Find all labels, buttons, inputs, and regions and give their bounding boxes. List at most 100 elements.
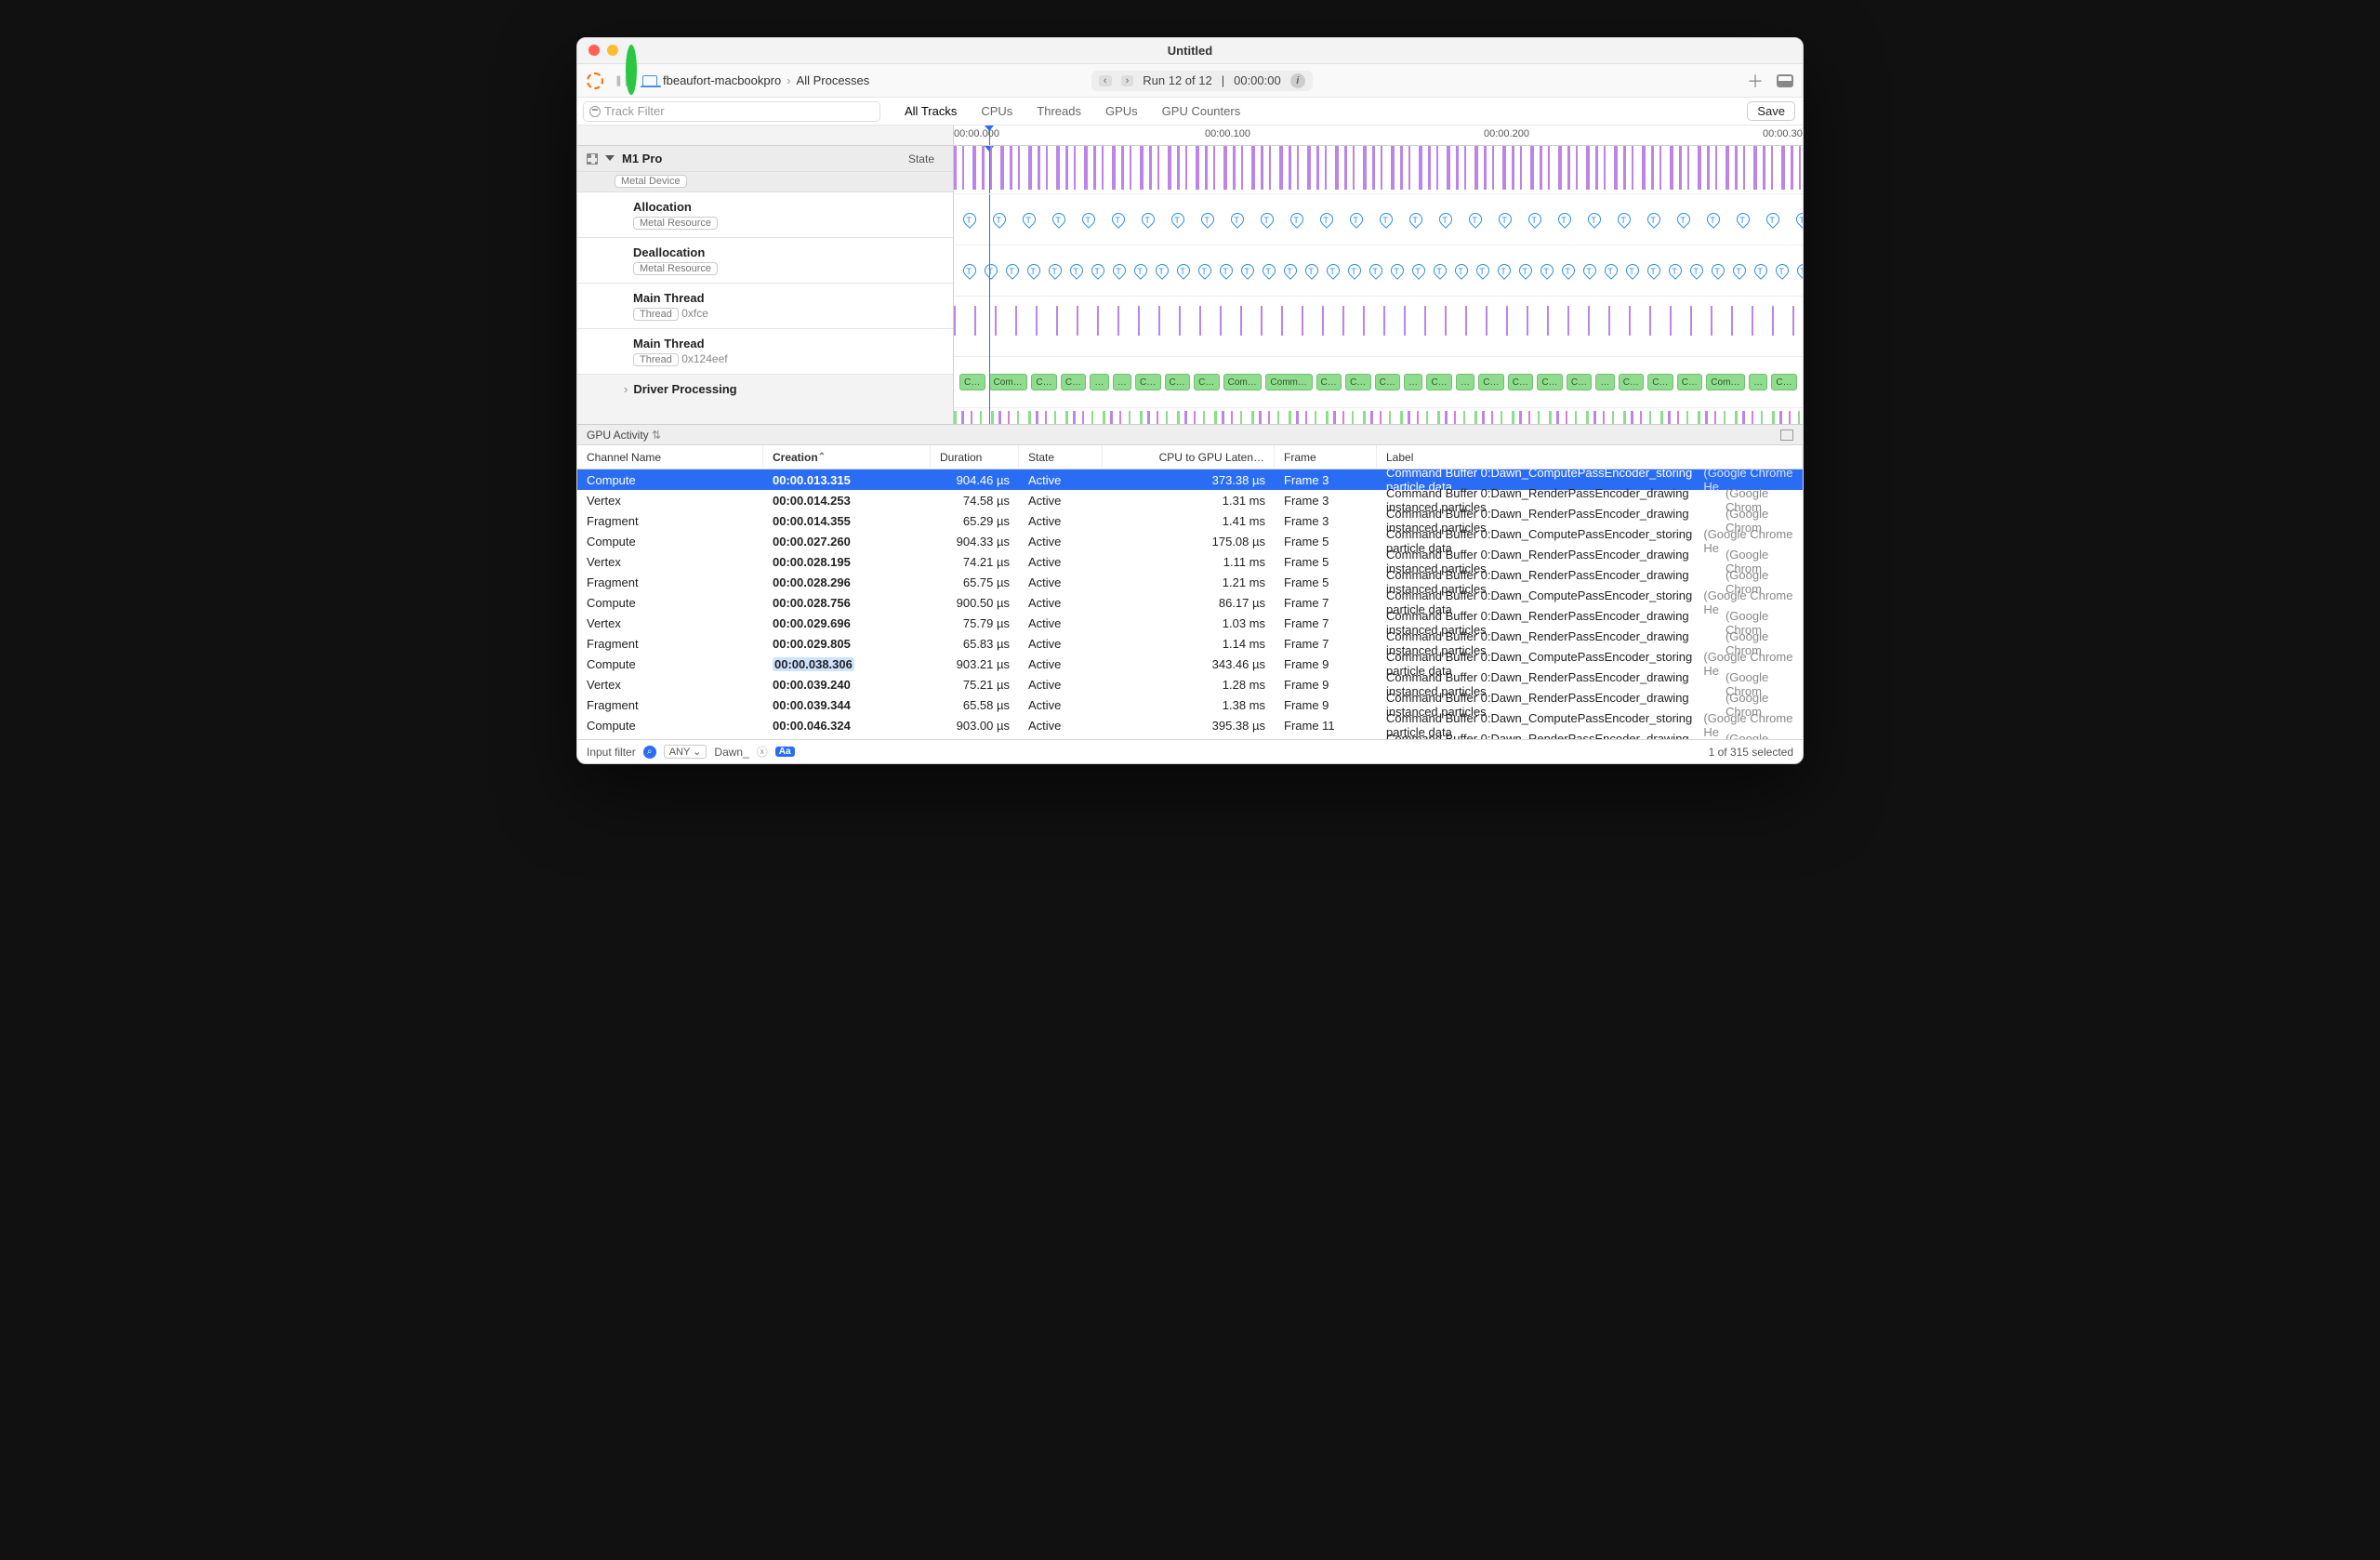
event-marker-icon[interactable]: T: [990, 210, 1009, 229]
command-block[interactable]: Com…: [989, 374, 1028, 390]
event-marker-icon[interactable]: T: [1645, 261, 1663, 280]
command-block[interactable]: …: [1456, 374, 1474, 390]
event-marker-icon[interactable]: T: [1302, 261, 1321, 280]
command-block[interactable]: …: [1404, 374, 1422, 390]
event-marker-icon[interactable]: T: [1752, 261, 1770, 280]
event-marker-icon[interactable]: T: [1436, 210, 1455, 229]
event-marker-icon[interactable]: T: [1324, 261, 1342, 280]
event-marker-icon[interactable]: T: [1431, 261, 1449, 280]
event-marker-icon[interactable]: T: [1050, 210, 1068, 229]
event-marker-icon[interactable]: T: [1452, 261, 1471, 280]
event-marker-icon[interactable]: T: [1674, 210, 1693, 229]
event-marker-icon[interactable]: T: [1730, 261, 1749, 280]
device-header[interactable]: M1 Pro State: [577, 146, 953, 172]
command-block[interactable]: C…: [1194, 374, 1220, 390]
command-block[interactable]: C…: [1647, 374, 1673, 390]
run-selector[interactable]: ‹ › Run 12 of 12 | 00:00:00 i: [1091, 71, 1313, 91]
event-marker-icon[interactable]: T: [1228, 210, 1247, 229]
command-block[interactable]: C…: [1426, 374, 1452, 390]
tab-all-tracks[interactable]: All Tracks: [905, 104, 957, 118]
event-marker-icon[interactable]: T: [1046, 261, 1064, 280]
event-marker-icon[interactable]: T: [1555, 210, 1574, 229]
event-marker-icon[interactable]: T: [960, 261, 979, 280]
tab-gpu-counters[interactable]: GPU Counters: [1162, 104, 1241, 118]
event-marker-icon[interactable]: T: [1079, 210, 1098, 229]
command-block[interactable]: C…: [1508, 374, 1534, 390]
command-block[interactable]: …: [1090, 374, 1108, 390]
event-marker-icon[interactable]: T: [1496, 210, 1514, 229]
event-marker-icon[interactable]: T: [1794, 261, 1803, 280]
command-block[interactable]: C…: [1619, 374, 1645, 390]
event-marker-icon[interactable]: T: [1174, 261, 1193, 280]
info-icon[interactable]: i: [1290, 73, 1305, 88]
command-block[interactable]: Com…: [1223, 374, 1263, 390]
event-marker-icon[interactable]: T: [1198, 210, 1217, 229]
save-button[interactable]: Save: [1747, 101, 1795, 121]
event-marker-icon[interactable]: T: [1793, 210, 1803, 229]
command-block[interactable]: C…: [1677, 374, 1703, 390]
event-marker-icon[interactable]: T: [1687, 261, 1706, 280]
event-marker-icon[interactable]: T: [1109, 210, 1128, 229]
tab-cpus[interactable]: CPUs: [981, 104, 1012, 118]
event-marker-icon[interactable]: T: [1466, 210, 1485, 229]
command-block[interactable]: C…: [1345, 374, 1371, 390]
event-marker-icon[interactable]: T: [1559, 261, 1578, 280]
panel-toggle-button[interactable]: [1777, 74, 1793, 87]
event-marker-icon[interactable]: T: [1169, 210, 1187, 229]
event-marker-icon[interactable]: T: [1025, 261, 1043, 280]
tab-threads[interactable]: Threads: [1037, 104, 1081, 118]
col-label[interactable]: Label: [1377, 445, 1803, 469]
command-block[interactable]: C…: [1375, 374, 1401, 390]
command-block[interactable]: C…: [1031, 374, 1057, 390]
event-marker-icon[interactable]: T: [1709, 261, 1727, 280]
event-marker-icon[interactable]: T: [1196, 261, 1214, 280]
event-marker-icon[interactable]: T: [1345, 261, 1364, 280]
event-marker-icon[interactable]: T: [1347, 210, 1366, 229]
close-icon[interactable]: [588, 45, 600, 56]
col-duration[interactable]: Duration: [931, 445, 1019, 469]
event-marker-icon[interactable]: T: [1217, 261, 1236, 280]
event-marker-icon[interactable]: T: [1773, 261, 1792, 280]
filter-scope-chip[interactable]: ANY ⌄: [664, 745, 707, 759]
detail-dropdown[interactable]: GPU Activity: [587, 429, 661, 442]
event-marker-icon[interactable]: T: [1474, 261, 1492, 280]
event-marker-icon[interactable]: T: [1407, 210, 1425, 229]
command-block[interactable]: C…: [1316, 374, 1342, 390]
event-marker-icon[interactable]: T: [1764, 210, 1782, 229]
event-marker-icon[interactable]: T: [1538, 261, 1556, 280]
command-block[interactable]: C…: [1061, 374, 1087, 390]
event-marker-icon[interactable]: T: [1516, 261, 1535, 280]
event-marker-icon[interactable]: T: [1258, 210, 1276, 229]
event-marker-icon[interactable]: T: [1580, 261, 1599, 280]
zoom-icon[interactable]: [626, 45, 637, 96]
event-marker-icon[interactable]: T: [960, 210, 979, 229]
command-block[interactable]: C…: [1135, 374, 1161, 390]
event-marker-icon[interactable]: T: [1367, 261, 1385, 280]
add-button[interactable]: [1747, 69, 1764, 93]
track-row[interactable]: DeallocationMetal Resource: [577, 238, 953, 284]
event-marker-icon[interactable]: T: [1602, 261, 1620, 280]
event-marker-icon[interactable]: T: [1067, 261, 1086, 280]
event-marker-icon[interactable]: T: [1139, 210, 1157, 229]
col-latency[interactable]: CPU to GPU Laten…: [1103, 445, 1275, 469]
col-channel[interactable]: Channel Name: [577, 445, 763, 469]
event-marker-icon[interactable]: T: [1495, 261, 1514, 280]
time-ruler[interactable]: 00:00.00000:00.10000:00.20000:00.300: [577, 126, 1803, 146]
event-marker-icon[interactable]: T: [1377, 210, 1395, 229]
event-marker-icon[interactable]: T: [1089, 261, 1107, 280]
event-marker-icon[interactable]: T: [1288, 210, 1306, 229]
filter-text[interactable]: Dawn_: [714, 746, 748, 759]
minimize-icon[interactable]: [607, 45, 618, 56]
event-marker-icon[interactable]: T: [1623, 261, 1642, 280]
event-marker-icon[interactable]: T: [1585, 210, 1604, 229]
disclosure-icon[interactable]: [605, 155, 615, 165]
command-block[interactable]: …: [1113, 374, 1131, 390]
case-sensitive-toggle[interactable]: Aa: [775, 747, 795, 757]
command-block[interactable]: C…: [959, 374, 985, 390]
event-marker-icon[interactable]: T: [1131, 261, 1150, 280]
event-marker-icon[interactable]: T: [1003, 261, 1022, 280]
track-row[interactable]: Main ThreadThread 0x124eef: [577, 329, 953, 375]
event-marker-icon[interactable]: T: [1409, 261, 1428, 280]
tab-gpus[interactable]: GPUs: [1105, 104, 1138, 118]
col-state[interactable]: State: [1019, 445, 1103, 469]
